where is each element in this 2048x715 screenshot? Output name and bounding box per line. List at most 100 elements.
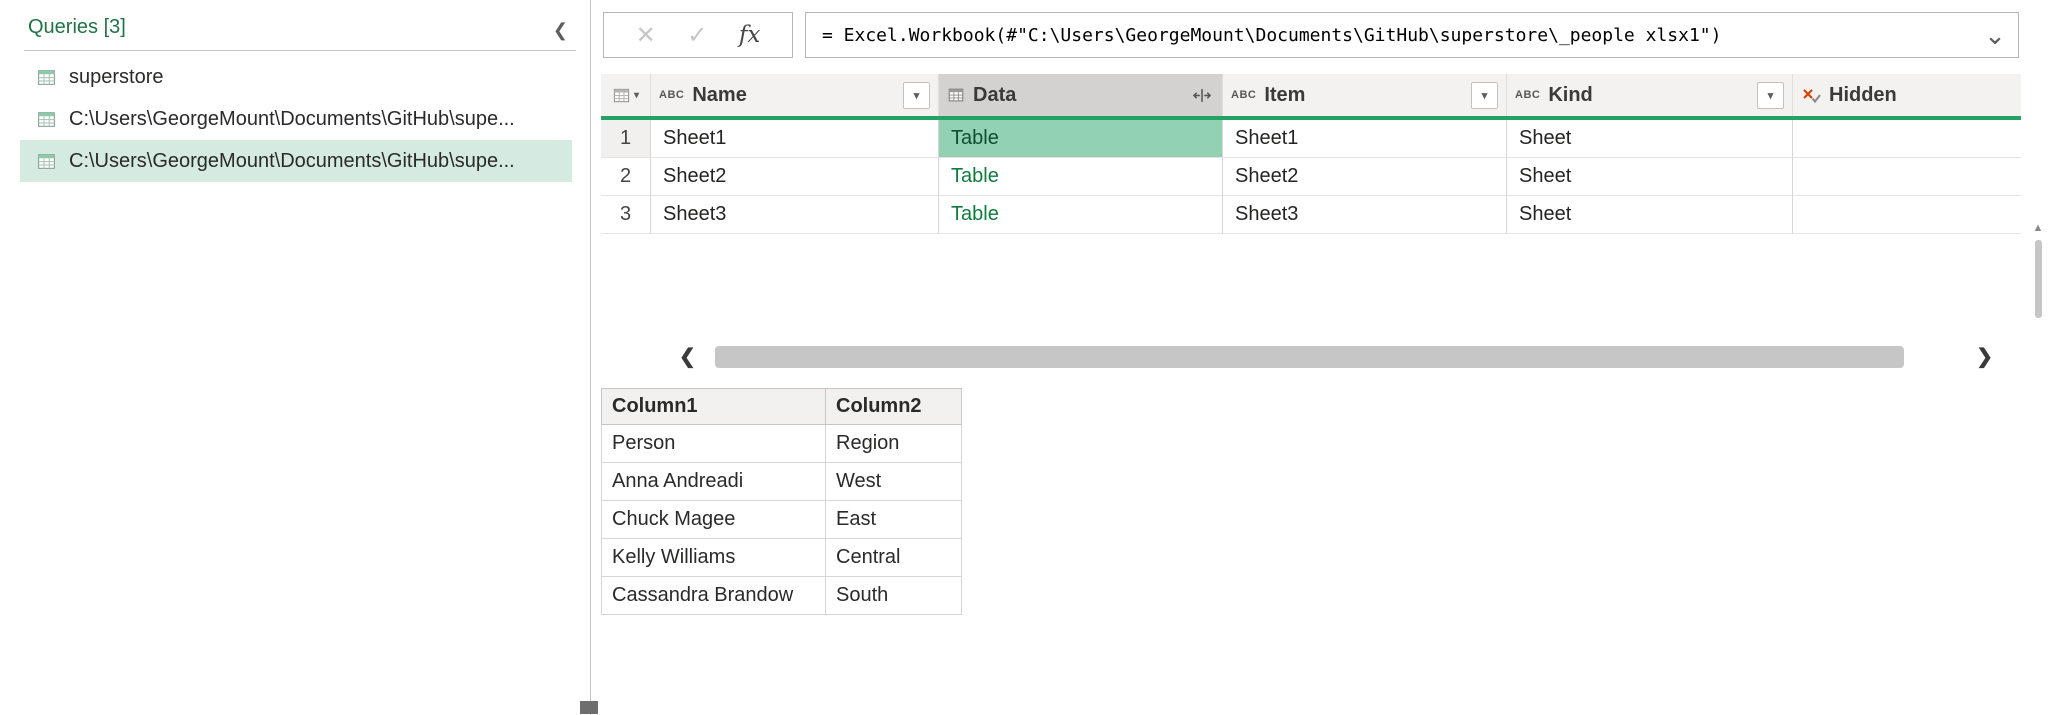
v-scrollbar: ▲ <box>2031 222 2045 318</box>
collapse-pane-icon[interactable]: ❮ <box>553 16 568 44</box>
preview-row: Chuck Magee East <box>602 501 962 539</box>
filter-button[interactable]: ▾ <box>903 82 930 109</box>
table-row: 2 Sheet2 Table Sheet2 Sheet <box>601 158 2021 196</box>
preview-cell: East <box>826 501 962 539</box>
filter-icon: ▾ <box>1768 89 1774 102</box>
column-header-item[interactable]: ABC Item ▾ <box>1223 74 1507 116</box>
chevron-down-icon: ▾ <box>634 90 639 101</box>
table-icon <box>612 86 631 105</box>
preview-header-row: Column1 Column2 <box>602 389 962 425</box>
column-label: Hidden <box>1829 84 1897 107</box>
preview-cell: Person <box>602 425 826 463</box>
preview-row: Cassandra Brandow South <box>602 577 962 615</box>
query-item[interactable]: superstore <box>20 56 572 98</box>
preview-column-header: Column1 <box>602 389 826 425</box>
column-label: Item <box>1264 84 1305 107</box>
preview-cell: South <box>826 577 962 615</box>
preview-row: Kelly Williams Central <box>602 539 962 577</box>
cell-hidden[interactable] <box>1793 196 2021 234</box>
logical-type-icon[interactable] <box>1801 87 1821 104</box>
cell-data[interactable]: Table <box>939 196 1223 234</box>
query-item-label: C:\Users\GeorgeMount\Documents\GitHub\su… <box>69 150 515 173</box>
cancel-icon[interactable]: ✕ <box>636 21 656 50</box>
preview-row: Person Region <box>602 425 962 463</box>
table-icon <box>36 109 57 130</box>
cell-item[interactable]: Sheet2 <box>1223 158 1507 196</box>
column-header-data[interactable]: Data <box>939 74 1223 116</box>
table-link[interactable]: Table <box>951 165 999 188</box>
preview-column-header: Column2 <box>826 389 962 425</box>
column-label: Name <box>692 84 746 107</box>
cell-data[interactable]: Table <box>939 158 1223 196</box>
scroll-right-icon[interactable]: ❯ <box>1976 344 1993 369</box>
column-label: Data <box>973 84 1016 107</box>
filter-icon: ▾ <box>1482 89 1488 102</box>
preview-row: Anna Andreadi West <box>602 463 962 501</box>
formula-input[interactable]: = Excel.Workbook(#"C:\Users\GeorgeMount\… <box>806 25 1972 46</box>
fx-icon[interactable]: fx <box>739 22 760 48</box>
row-number[interactable]: 3 <box>601 196 651 234</box>
table-icon <box>36 67 57 88</box>
text-type-icon[interactable]: ABC <box>659 89 684 101</box>
column-header-name[interactable]: ABC Name ▾ <box>651 74 939 116</box>
formula-bar[interactable]: = Excel.Workbook(#"C:\Users\GeorgeMount\… <box>805 12 2019 58</box>
commit-icon[interactable]: ✓ <box>687 21 707 50</box>
select-all-button[interactable]: ▾ <box>601 74 651 116</box>
data-grid: ▾ ABC Name ▾ <box>601 74 2021 234</box>
expand-column-button[interactable] <box>1190 86 1214 105</box>
query-item-label: C:\Users\GeorgeMount\Documents\GitHub\su… <box>69 108 515 131</box>
cell-name[interactable]: Sheet2 <box>651 158 939 196</box>
text-type-icon[interactable]: ABC <box>1515 89 1540 101</box>
h-scrollbar: ❮ ❯ <box>601 344 2021 370</box>
column-header-kind[interactable]: ABC Kind ▾ <box>1507 74 1793 116</box>
grid-header-row: ▾ ABC Name ▾ <box>601 74 2021 116</box>
cell-kind[interactable]: Sheet <box>1507 120 1793 158</box>
table-row: 1 Sheet1 Table Sheet1 Sheet <box>601 120 2021 158</box>
preview-cell: West <box>826 463 962 501</box>
formula-buttons: ✕ ✓ fx <box>603 12 793 58</box>
cell-name[interactable]: Sheet1 <box>651 120 939 158</box>
filter-button[interactable]: ▾ <box>1757 82 1784 109</box>
scroll-up-icon[interactable]: ▲ <box>2031 222 2045 234</box>
preview-cell: Cassandra Brandow <box>602 577 826 615</box>
query-item-selected[interactable]: C:\Users\GeorgeMount\Documents\GitHub\su… <box>20 140 572 182</box>
cell-hidden[interactable] <box>1793 158 2021 196</box>
preview-table: Column1 Column2 Person Region Anna Andre… <box>601 388 962 615</box>
cell-data[interactable]: Table <box>939 120 1223 158</box>
table-link[interactable]: Table <box>951 203 999 226</box>
query-item-label: superstore <box>69 66 164 89</box>
column-header-hidden[interactable]: Hidden <box>1793 74 2021 116</box>
cell-name[interactable]: Sheet3 <box>651 196 939 234</box>
editor-main: ✕ ✓ fx = Excel.Workbook(#"C:\Users\Georg… <box>591 0 2048 715</box>
chevron-down-icon[interactable]: ⌄ <box>1972 20 2018 50</box>
row-number[interactable]: 1 <box>601 120 651 158</box>
queries-pane-title: Queries [3] <box>28 16 126 38</box>
row-number[interactable]: 2 <box>601 158 651 196</box>
cell-kind[interactable]: Sheet <box>1507 196 1793 234</box>
scroll-left-icon[interactable]: ❮ <box>679 344 696 369</box>
table-link[interactable]: Table <box>951 127 999 150</box>
h-scroll-track[interactable] <box>715 346 1941 368</box>
cell-item[interactable]: Sheet1 <box>1223 120 1507 158</box>
table-row: 3 Sheet3 Table Sheet3 Sheet <box>601 196 2021 234</box>
preview-cell: Central <box>826 539 962 577</box>
cell-hidden[interactable] <box>1793 120 2021 158</box>
filter-button[interactable]: ▾ <box>1471 82 1498 109</box>
text-type-icon[interactable]: ABC <box>1231 89 1256 101</box>
cell-kind[interactable]: Sheet <box>1507 158 1793 196</box>
h-scroll-thumb[interactable] <box>715 346 1904 368</box>
expand-icon <box>1192 88 1212 103</box>
table-type-icon[interactable] <box>947 86 965 104</box>
query-item[interactable]: C:\Users\GeorgeMount\Documents\GitHub\su… <box>20 98 572 140</box>
table-icon <box>36 151 57 172</box>
queries-pane: Queries [3] ❮ superstore <box>0 0 590 715</box>
queries-pane-divider <box>24 50 576 51</box>
cell-item[interactable]: Sheet3 <box>1223 196 1507 234</box>
filter-icon: ▾ <box>914 89 920 102</box>
preview-cell: Region <box>826 425 962 463</box>
preview-cell: Chuck Magee <box>602 501 826 539</box>
power-query-editor: Queries [3] ❮ superstore <box>0 0 2048 715</box>
preview-pane: Column1 Column2 Person Region Anna Andre… <box>601 388 962 615</box>
v-scroll-thumb[interactable] <box>2035 240 2042 318</box>
preview-cell: Kelly Williams <box>602 539 826 577</box>
